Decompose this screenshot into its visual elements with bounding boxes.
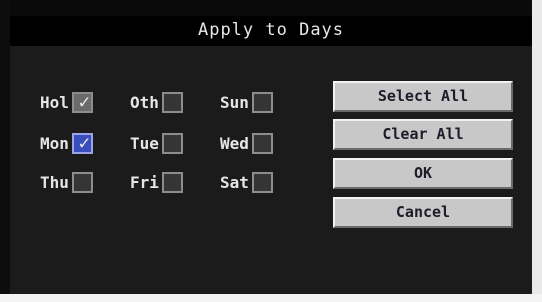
frame-right [532,0,542,302]
frame-left [0,0,10,302]
day-oth[interactable]: Oth [130,92,183,113]
day-label-sun: Sun [220,93,249,112]
cancel-button[interactable]: Cancel [333,197,513,228]
clear-all-button[interactable]: Clear All [333,119,513,150]
day-hol[interactable]: Hol ✓ [40,91,93,113]
checkbox-oth[interactable] [161,92,183,113]
day-wed[interactable]: Wed [220,133,273,154]
ok-button[interactable]: OK [333,158,513,189]
checkbox-thu[interactable] [71,172,93,193]
day-label-mon: Mon [40,134,69,153]
day-thu[interactable]: Thu [40,172,93,193]
day-label-wed: Wed [220,134,249,153]
checkbox-fri[interactable] [161,172,183,193]
day-sat[interactable]: Sat [220,172,273,193]
day-label-tue: Tue [130,134,159,153]
checkbox-wed[interactable] [251,133,273,154]
day-label-hol: Hol [40,93,69,112]
checkbox-tue[interactable] [161,133,183,154]
background-strip [0,0,542,16]
checkbox-mon[interactable]: ✓ [71,132,93,154]
day-label-oth: Oth [130,93,159,112]
day-label-fri: Fri [130,173,159,192]
day-fri[interactable]: Fri [130,172,183,193]
checkbox-sun[interactable] [251,92,273,113]
dialog-title-bar: Apply to Days [10,16,532,46]
day-label-thu: Thu [40,173,69,192]
checkbox-sat[interactable] [251,172,273,193]
frame-bottom [0,294,542,302]
day-sun[interactable]: Sun [220,92,273,113]
checkmark-icon: ✓ [78,91,91,113]
checkbox-hol[interactable]: ✓ [71,91,93,113]
day-tue[interactable]: Tue [130,133,183,154]
checkmark-icon: ✓ [78,132,91,154]
select-all-button[interactable]: Select All [333,81,513,112]
day-label-sat: Sat [220,173,249,192]
dialog-title: Apply to Days [197,20,345,40]
day-mon[interactable]: Mon ✓ [40,132,93,154]
screen: Apply to Days Hol ✓ Oth Sun Mon ✓ Tue We… [0,0,542,302]
